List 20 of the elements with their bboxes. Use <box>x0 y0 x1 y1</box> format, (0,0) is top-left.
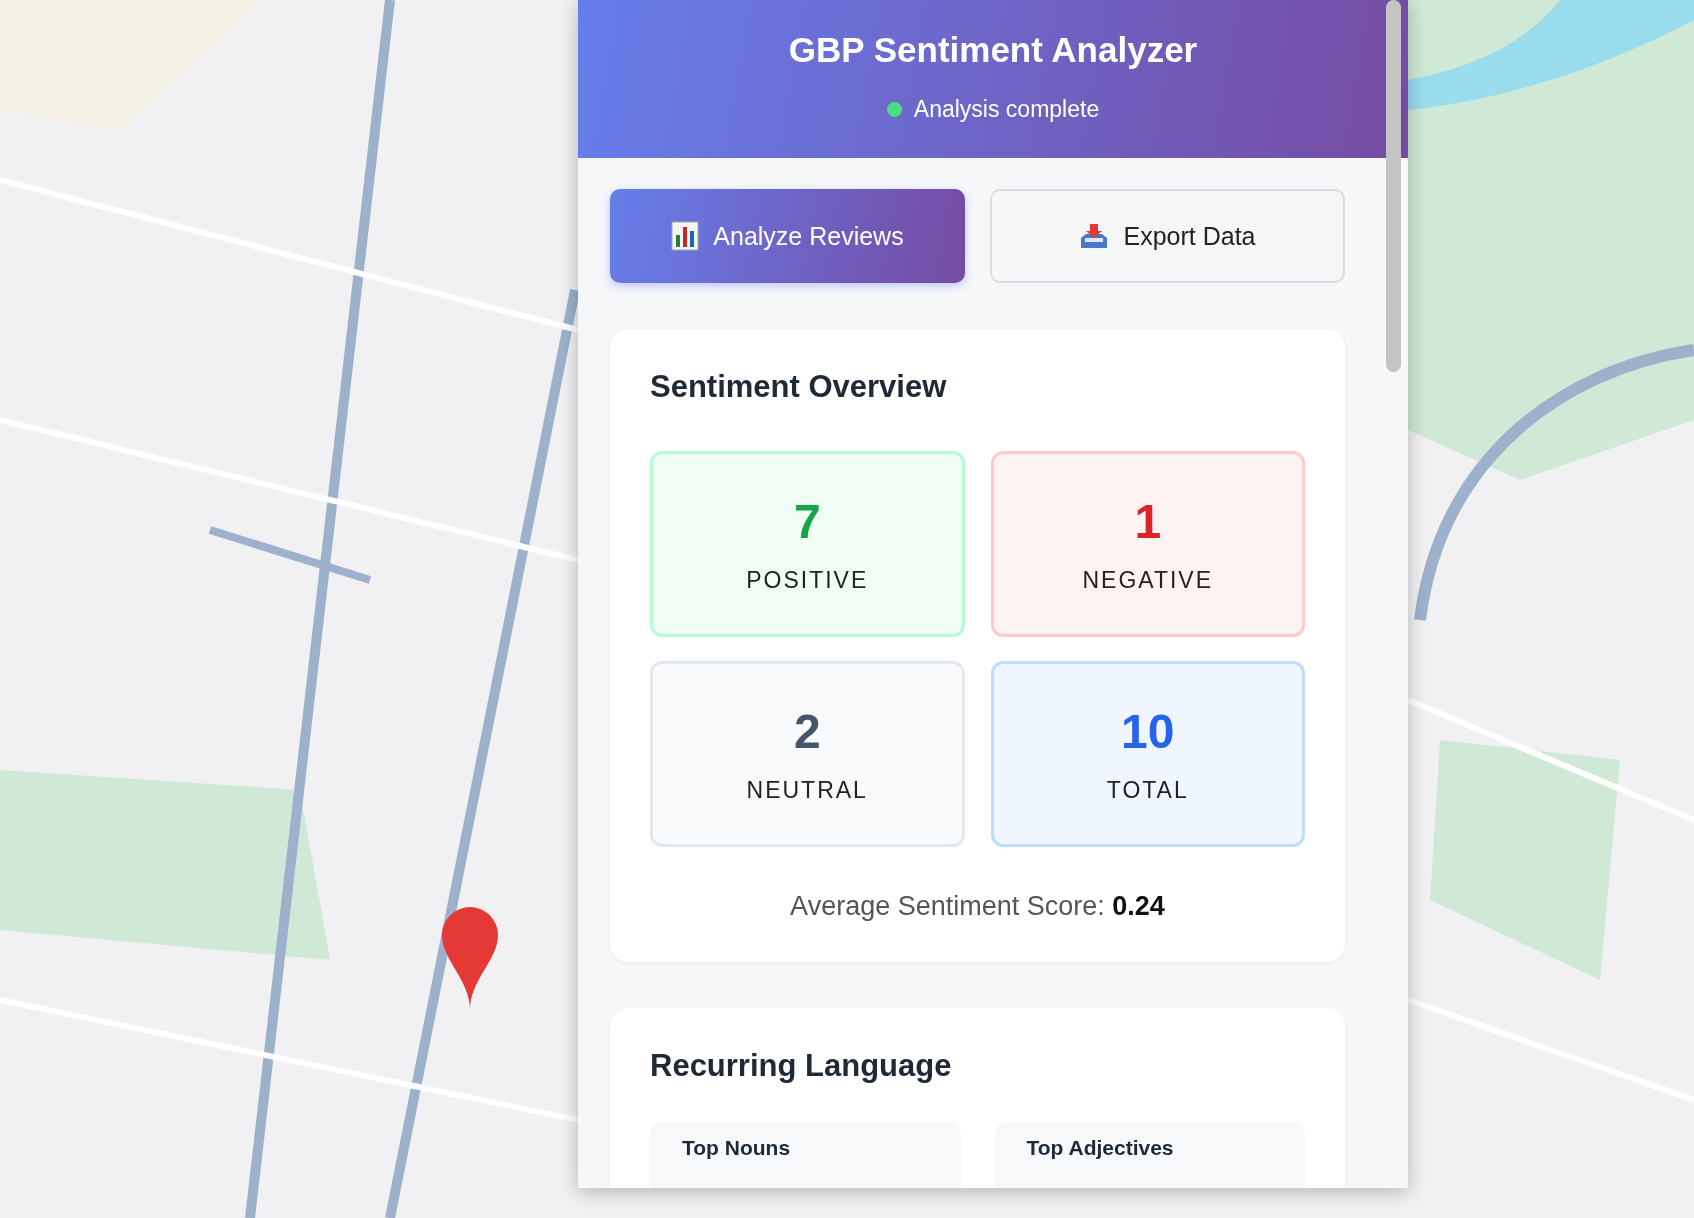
stat-value: 1 <box>1134 494 1162 549</box>
stat-value: 7 <box>793 494 821 549</box>
status-text: Analysis complete <box>913 96 1100 123</box>
analyze-button[interactable]: Analyze Reviews <box>610 189 965 283</box>
average-score: Average Sentiment Score: 0.24 <box>789 891 1166 922</box>
app-title: GBP Sentiment Analyzer <box>788 30 1198 70</box>
stat-label: POSITIVE <box>746 567 869 594</box>
bar-chart-icon <box>671 221 700 251</box>
stat-value: 2 <box>793 704 821 759</box>
section-title: Sentiment Overview <box>650 369 948 405</box>
column-title: Top Adjectives <box>1026 1136 1175 1160</box>
section-title: Recurring Language <box>650 1048 953 1084</box>
inbox-tray-icon <box>1079 222 1110 250</box>
stat-label: NEUTRAL <box>746 777 868 804</box>
export-button[interactable]: Export Data <box>990 189 1345 283</box>
stat-label: TOTAL <box>1106 777 1189 804</box>
stat-value: 10 <box>1121 704 1175 759</box>
column-title: Top Nouns <box>682 1136 792 1160</box>
stat-label: NEGATIVE <box>1082 567 1214 594</box>
scrollbar[interactable] <box>1386 0 1401 372</box>
